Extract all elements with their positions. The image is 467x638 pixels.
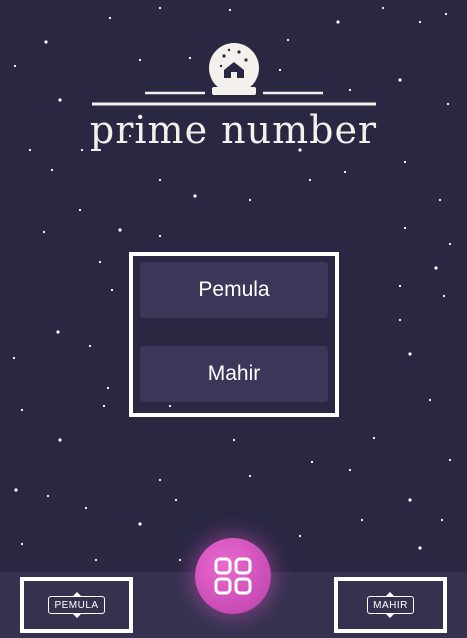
game-logo: prime number [0, 0, 467, 160]
star [174, 498, 178, 502]
star [428, 398, 432, 402]
star [158, 234, 162, 238]
star [42, 230, 46, 234]
star [438, 198, 442, 202]
star [193, 194, 197, 198]
star [403, 226, 407, 230]
pemula-button[interactable]: Pemula [140, 262, 328, 318]
star [106, 386, 110, 390]
star [102, 404, 106, 408]
star [50, 168, 54, 172]
app-title: prime number [89, 108, 378, 152]
star [442, 294, 446, 298]
star [158, 478, 162, 482]
star [110, 288, 114, 292]
star [372, 436, 376, 440]
star [434, 266, 438, 270]
star [58, 438, 62, 442]
star [56, 330, 60, 334]
star [98, 260, 102, 264]
star [448, 458, 452, 462]
star [308, 178, 312, 182]
star [46, 494, 50, 498]
star [138, 522, 142, 526]
star [20, 408, 24, 412]
star [94, 558, 98, 562]
star [448, 242, 452, 246]
star [398, 318, 402, 322]
pemula-tab[interactable]: PEMULA [20, 577, 133, 633]
star [298, 534, 302, 538]
star [84, 506, 88, 510]
star [408, 498, 412, 502]
star [248, 474, 252, 478]
star [118, 228, 122, 232]
star [440, 518, 444, 522]
star [12, 356, 16, 360]
star [248, 198, 252, 202]
grid-icon [214, 557, 252, 595]
star [348, 468, 352, 472]
star [418, 546, 422, 550]
mahir-tag: MAHIR [367, 592, 414, 618]
difficulty-menu: Pemula Mahir [129, 252, 339, 417]
mahir-tab[interactable]: MAHIR [334, 577, 447, 633]
star [158, 178, 162, 182]
star [403, 160, 407, 164]
star [408, 352, 412, 356]
star [178, 558, 182, 562]
pemula-tag: PEMULA [48, 592, 105, 618]
star [20, 542, 24, 546]
star [232, 438, 236, 442]
star [343, 170, 347, 174]
mahir-button[interactable]: Mahir [140, 346, 328, 402]
menu-grid-button[interactable] [195, 538, 271, 614]
star [78, 208, 82, 212]
star [14, 488, 18, 492]
star [398, 284, 402, 288]
star [88, 344, 92, 348]
star [360, 518, 364, 522]
snow-globe-icon [92, 43, 376, 106]
star [310, 460, 314, 464]
